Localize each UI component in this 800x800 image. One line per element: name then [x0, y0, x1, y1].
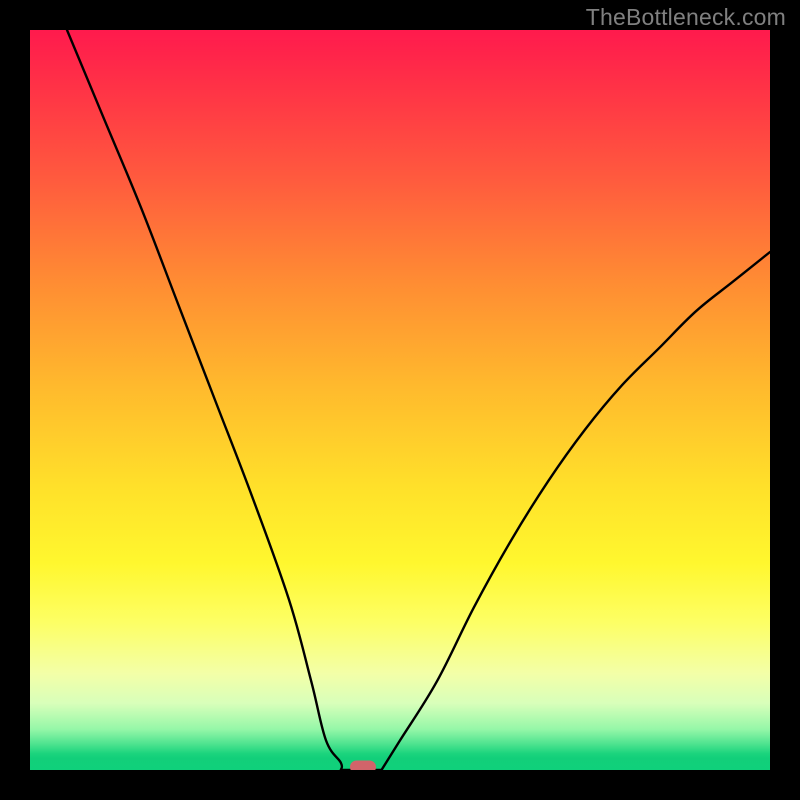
- plot-area: [30, 30, 770, 770]
- watermark-text: TheBottleneck.com: [586, 4, 786, 31]
- bottleneck-curve: [30, 30, 770, 770]
- chart-frame: TheBottleneck.com: [0, 0, 800, 800]
- optimal-marker: [350, 761, 376, 771]
